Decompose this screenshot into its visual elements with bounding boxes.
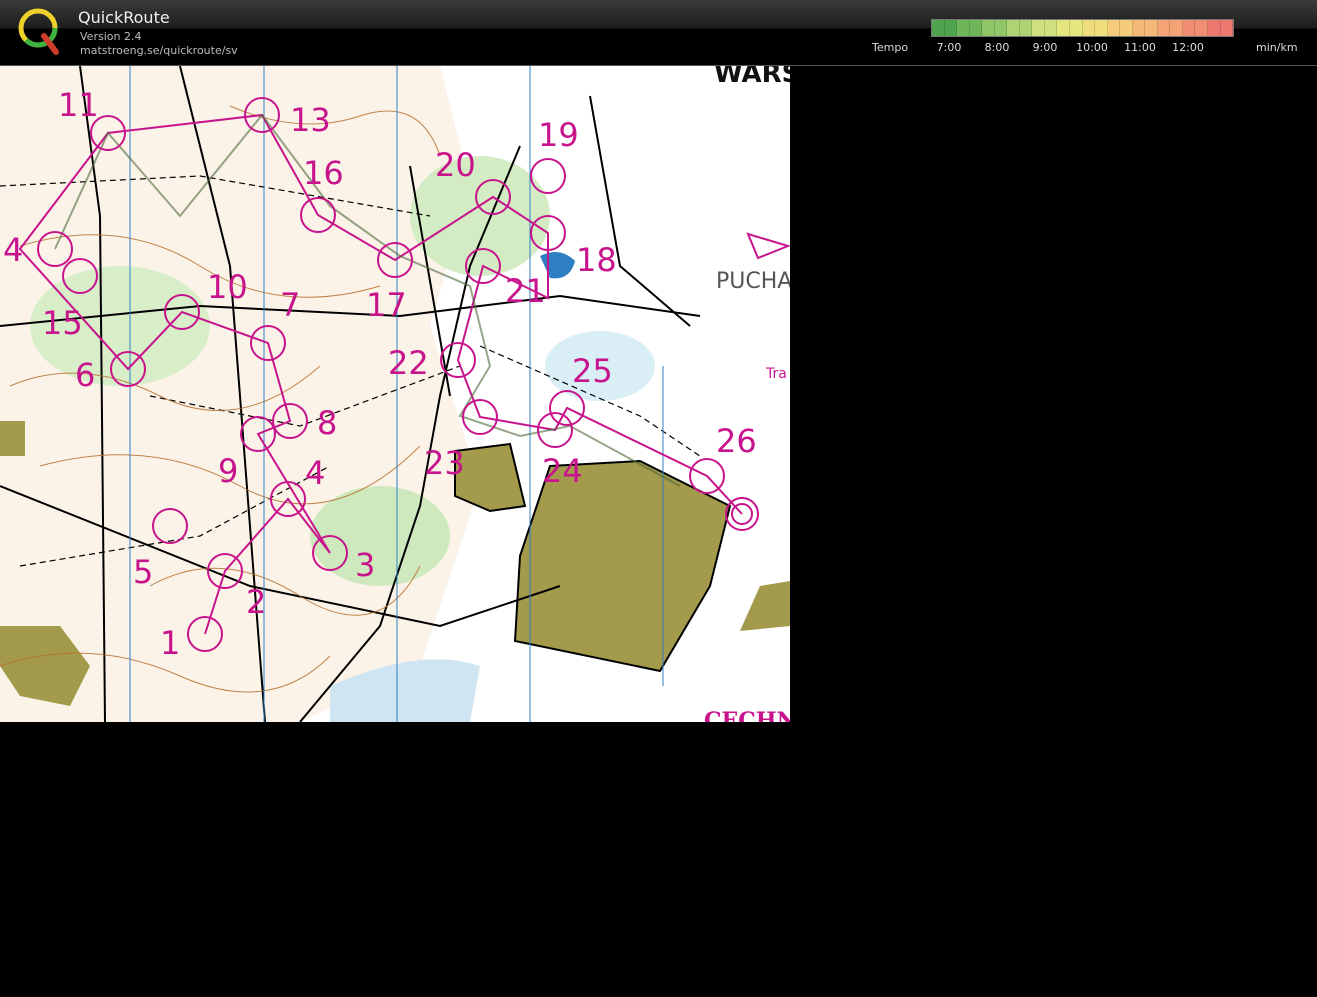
control-number: 22 (388, 344, 429, 382)
tempo-color-cell (1107, 20, 1121, 36)
place-label: PUCHA (716, 269, 790, 294)
control-number: 5 (133, 553, 153, 591)
control-number: 10 (207, 268, 248, 306)
tempo-tick: 9:00 (1032, 41, 1058, 54)
tempo-color-cell (1220, 20, 1234, 36)
quickroute-logo-icon (18, 8, 59, 55)
control-number: 17 (366, 286, 407, 324)
place-label: Tra (765, 366, 787, 382)
tempo-color-cell (1208, 20, 1221, 36)
tempo-color-cell (1120, 20, 1133, 36)
map-canvas[interactable]: 1 2 3 4 4 5 6 7 8 9 10 11 13 15 16 17 18… (0, 66, 790, 722)
tempo-color-cell (1095, 20, 1108, 36)
tempo-color-cell (1082, 20, 1096, 36)
tempo-color-cell (1019, 20, 1033, 36)
tempo-color-cell (957, 20, 970, 36)
tempo-color-cell (1170, 20, 1183, 36)
tempo-color-cell (1044, 20, 1058, 36)
control-number: 4 (305, 454, 325, 492)
app-url[interactable]: matstroeng.se/quickroute/sv (80, 44, 238, 57)
tempo-color-cell (1132, 20, 1146, 36)
control-number: 18 (576, 241, 617, 279)
tempo-color-scale (931, 19, 1234, 37)
orienteering-map[interactable]: 1 2 3 4 4 5 6 7 8 9 10 11 13 15 16 17 18… (0, 66, 790, 722)
control-number: 13 (290, 101, 331, 139)
control-number: 3 (355, 546, 375, 584)
tempo-tick: 10:00 (1076, 41, 1108, 54)
tempo-color-cell (1070, 20, 1083, 36)
control-number: 16 (303, 154, 344, 192)
green-area (410, 156, 550, 276)
control-number: 24 (542, 452, 583, 490)
control-number: 20 (435, 146, 476, 184)
control-number: 25 (572, 352, 613, 390)
app-version: Version 2.4 (80, 30, 142, 43)
tempo-color-cell (982, 20, 995, 36)
tempo-unit: min/km (1256, 41, 1298, 54)
tempo-color-cell (1157, 20, 1171, 36)
control-number: 26 (716, 422, 757, 460)
control-number: 19 (538, 116, 579, 154)
control-number: 7 (280, 286, 300, 324)
tempo-color-cell (994, 20, 1008, 36)
tempo-color-cell (1007, 20, 1020, 36)
control-number: 4 (3, 231, 23, 269)
control-number: 15 (42, 304, 83, 342)
tempo-label: Tempo (872, 41, 909, 54)
control-number: 2 (246, 583, 266, 621)
tempo-color-cell (1145, 20, 1158, 36)
place-label: WARS (714, 66, 790, 89)
tempo-color-cell (1182, 20, 1196, 36)
tempo-color-cell (1195, 20, 1209, 36)
tempo-color-cell (1057, 20, 1071, 36)
tempo-tick: 7:00 (936, 41, 962, 54)
app-title: QuickRoute (78, 8, 170, 27)
control-number: 9 (218, 452, 238, 490)
control-number: 1 (160, 624, 180, 662)
app-header: QuickRoute Version 2.4 matstroeng.se/qui… (0, 0, 1317, 66)
open-land-block (0, 421, 25, 456)
tempo-color-cell (969, 20, 983, 36)
tempo-tick: 12:00 (1172, 41, 1204, 54)
tempo-tick: 11:00 (1124, 41, 1156, 54)
control-number: 8 (317, 404, 337, 442)
tempo-color-cell (1032, 20, 1045, 36)
control-number: 6 (75, 356, 95, 394)
control-number: 23 (424, 444, 465, 482)
control-number: 21 (505, 272, 546, 310)
tempo-tick: 8:00 (984, 41, 1010, 54)
tempo-color-cell (944, 20, 958, 36)
tempo-color-cell (932, 20, 945, 36)
control-number: 11 (58, 86, 99, 124)
place-label: CECHN (704, 708, 790, 722)
